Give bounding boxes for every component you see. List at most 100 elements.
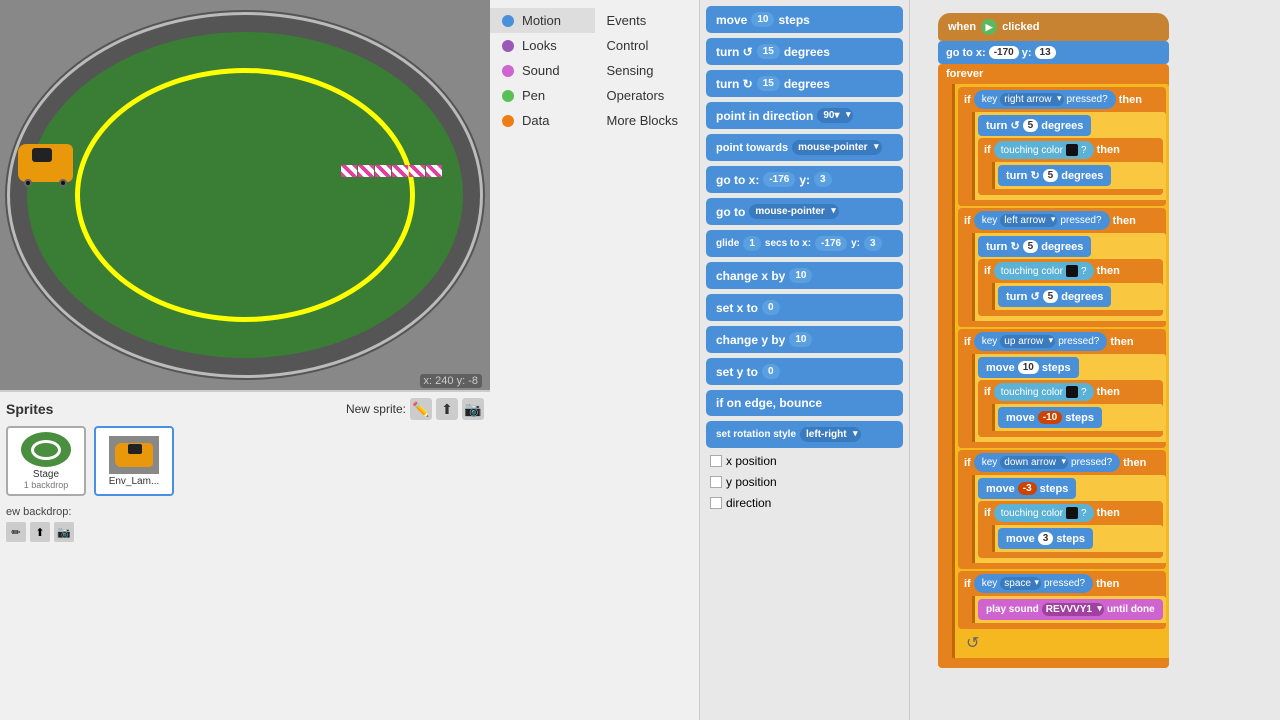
- sprites-title: Sprites: [6, 401, 53, 417]
- category-control[interactable]: Control: [595, 33, 700, 58]
- turn-right-5-value[interactable]: 5: [1043, 169, 1059, 182]
- category-panel: Motion Looks Sound Pen: [490, 0, 700, 720]
- category-operators[interactable]: Operators: [595, 83, 700, 108]
- category-sensing-label: Sensing: [607, 63, 654, 78]
- turn-left-back-5-value[interactable]: 5: [1043, 290, 1059, 303]
- sprite-item-car[interactable]: Env_Lam...: [94, 426, 174, 496]
- key-down-arrow-condition[interactable]: key down arrow▾ pressed?: [974, 453, 1120, 472]
- palette-set-x[interactable]: set x to 0: [706, 294, 903, 321]
- palette-point-towards[interactable]: point towards mouse-pointer: [706, 134, 903, 161]
- category-motion[interactable]: Motion: [490, 8, 595, 33]
- palette-point-direction[interactable]: point in direction 90▾: [706, 102, 903, 129]
- checkbox-y-position: y position: [710, 475, 899, 489]
- palette-change-y[interactable]: change y by 10: [706, 326, 903, 353]
- sound-dropdown[interactable]: REVVVY1▾: [1042, 603, 1104, 616]
- palette-go-to[interactable]: go to mouse-pointer: [706, 198, 903, 225]
- go-to-xy-block[interactable]: go to x: -170 y: 13: [938, 41, 1169, 64]
- category-sensing[interactable]: Sensing: [595, 58, 700, 83]
- hat-when-clicked[interactable]: when ▶ clicked: [938, 13, 1169, 41]
- script-canvas[interactable]: when ▶ clicked go to x: -170 y: 13 forev…: [910, 0, 1280, 720]
- space-dropdown[interactable]: space▾: [1000, 577, 1041, 590]
- y-position-checkbox[interactable]: [710, 476, 722, 488]
- paint-sprite-button[interactable]: ✏️: [410, 398, 432, 420]
- upload-backdrop-button[interactable]: ⬆: [30, 522, 50, 542]
- right-arrow-dropdown[interactable]: right arrow▾: [1000, 93, 1063, 106]
- key-left-arrow-condition[interactable]: key left arrow▾ pressed?: [974, 211, 1110, 230]
- move-neg10-block[interactable]: move -10 steps: [998, 407, 1102, 428]
- checkbox-direction: direction: [710, 496, 899, 510]
- stage-area: x: 240 y: -8 Sprites New sprite: ✏️ ⬆ 📷: [0, 0, 490, 720]
- move-3-value[interactable]: 3: [1038, 532, 1054, 545]
- palette-glide[interactable]: glide 1 secs to x: -176 y: 3: [706, 230, 903, 257]
- palette-turn-right[interactable]: turn ↻ 15 degrees: [706, 70, 903, 97]
- move-10-block[interactable]: move 10 steps: [978, 357, 1079, 378]
- turn-right-left-5-value[interactable]: 5: [1023, 240, 1039, 253]
- if-space-footer: [958, 623, 1166, 629]
- go-to-y-value[interactable]: 13: [1035, 46, 1056, 59]
- category-pen[interactable]: Pen: [490, 83, 595, 108]
- palette-move[interactable]: move 10 steps: [706, 6, 903, 33]
- touching-color-4-condition[interactable]: touching color ?: [994, 504, 1094, 522]
- if-touching-color-3: if touching color ? then: [978, 380, 1163, 437]
- color-swatch-1[interactable]: [1066, 144, 1078, 156]
- turn-right-5-block[interactable]: turn ↻ 5 degrees: [998, 165, 1111, 186]
- palette-set-y[interactable]: set y to 0: [706, 358, 903, 385]
- turn-left-back-5-block[interactable]: turn ↺ 5 degrees: [998, 286, 1111, 307]
- move-neg3-value[interactable]: -3: [1018, 482, 1037, 495]
- forever-label[interactable]: forever: [938, 64, 1169, 84]
- if-touching-color-1: if touching color ? then: [978, 138, 1163, 195]
- if-touching-color-2-body: turn ↺ 5 degrees: [992, 283, 1163, 310]
- key-space-condition[interactable]: key space▾ pressed?: [974, 574, 1093, 593]
- then-label-tc3: then: [1097, 386, 1120, 398]
- main-script: when ▶ clicked go to x: -170 y: 13 forev…: [938, 13, 1169, 668]
- palette-turn-left[interactable]: turn ↺ 15 degrees: [706, 38, 903, 65]
- edit-backdrop-button[interactable]: ✏: [6, 522, 26, 542]
- sprites-panel: Sprites New sprite: ✏️ ⬆ 📷 Stage 1 backd…: [0, 390, 490, 720]
- category-data[interactable]: Data: [490, 108, 595, 133]
- category-more-blocks[interactable]: More Blocks: [595, 108, 700, 133]
- left-arrow-dropdown[interactable]: left arrow▾: [1000, 214, 1057, 227]
- then-label-4: then: [1123, 457, 1146, 469]
- forever-block: forever if key right arrow▾ pressed? the…: [938, 64, 1169, 668]
- category-looks[interactable]: Looks: [490, 33, 595, 58]
- palette-if-on-edge[interactable]: if on edge, bounce: [706, 390, 903, 416]
- palette-change-x[interactable]: change x by 10: [706, 262, 903, 289]
- category-events[interactable]: Events: [595, 8, 700, 33]
- sprite-item-stage[interactable]: Stage 1 backdrop: [6, 426, 86, 496]
- if-space-header: if key space▾ pressed? then: [958, 571, 1166, 596]
- if-up-arrow-footer: [958, 442, 1166, 448]
- category-control-label: Control: [607, 38, 649, 53]
- camera-sprite-button[interactable]: 📷: [462, 398, 484, 420]
- touching-color-1-condition[interactable]: touching color ?: [994, 141, 1094, 159]
- key-right-arrow-condition[interactable]: key right arrow▾ pressed?: [974, 90, 1116, 109]
- category-sound-label: Sound: [522, 63, 560, 78]
- go-to-x-value[interactable]: -170: [989, 46, 1019, 59]
- down-arrow-dropdown[interactable]: down arrow▾: [1000, 456, 1068, 469]
- move-neg3-block[interactable]: move -3 steps: [978, 478, 1076, 499]
- car-sprite-name: Env_Lam...: [109, 476, 160, 487]
- touching-color-2-condition[interactable]: touching color ?: [994, 262, 1094, 280]
- category-sound[interactable]: Sound: [490, 58, 595, 83]
- palette-go-to-xy[interactable]: go to x: -176 y: 3: [706, 166, 903, 193]
- color-swatch-3[interactable]: [1066, 386, 1078, 398]
- move-10-value[interactable]: 10: [1018, 361, 1039, 374]
- camera-backdrop-button[interactable]: 📷: [54, 522, 74, 542]
- key-up-arrow-condition[interactable]: key up arrow▾ pressed?: [974, 332, 1108, 351]
- if-touching-color-2-header: if touching color ? then: [978, 259, 1163, 283]
- move-neg10-value[interactable]: -10: [1038, 411, 1062, 424]
- touching-color-3-condition[interactable]: touching color ?: [994, 383, 1094, 401]
- up-arrow-dropdown[interactable]: up arrow▾: [1000, 335, 1055, 348]
- x-position-checkbox[interactable]: [710, 455, 722, 467]
- color-swatch-2[interactable]: [1066, 265, 1078, 277]
- palette-rotation-style[interactable]: set rotation style left-right: [706, 421, 903, 448]
- turn-left-5-value[interactable]: 5: [1023, 119, 1039, 132]
- color-swatch-4[interactable]: [1066, 507, 1078, 519]
- if-touching-color-2: if touching color ? then: [978, 259, 1163, 316]
- move-3-block[interactable]: move 3 steps: [998, 528, 1093, 549]
- then-label-1: then: [1119, 94, 1142, 106]
- turn-right-left-5-block[interactable]: turn ↻ 5 degrees: [978, 236, 1091, 257]
- turn-left-5-block[interactable]: turn ↺ 5 degrees: [978, 115, 1091, 136]
- direction-checkbox[interactable]: [710, 497, 722, 509]
- play-sound-block[interactable]: play sound REVVVY1▾ until done: [978, 599, 1163, 620]
- upload-sprite-button[interactable]: ⬆: [436, 398, 458, 420]
